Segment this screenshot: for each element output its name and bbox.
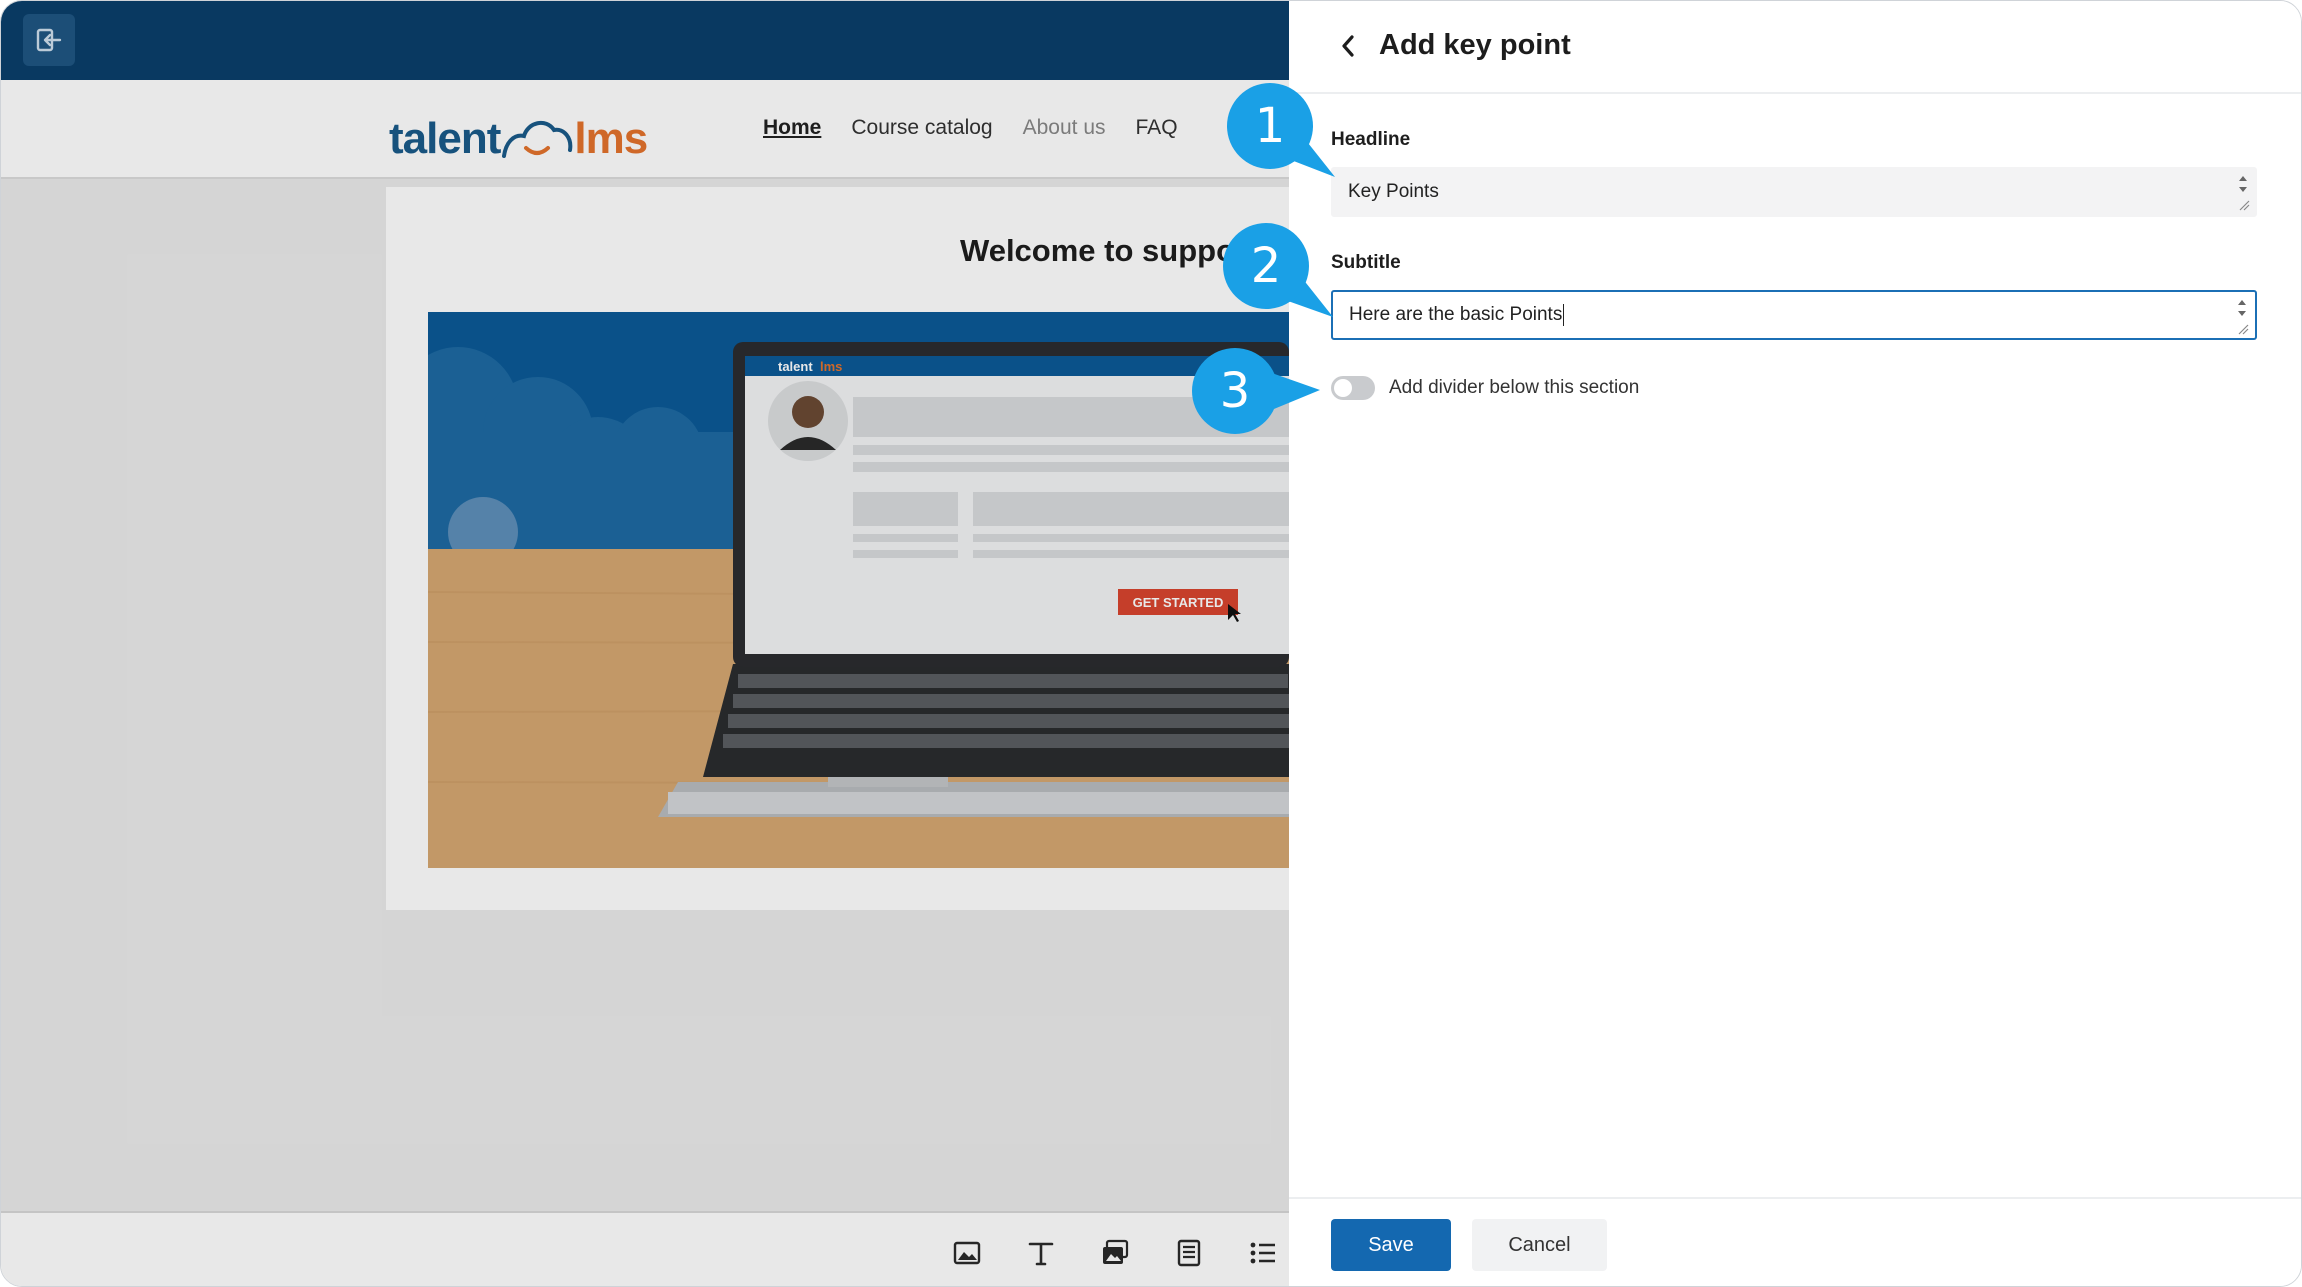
site-nav: Home Course catalog About us FAQ <box>763 116 1178 140</box>
welcome-section[interactable]: Welcome to suppor talent lms GET STARTED <box>386 187 1289 910</box>
page-editor: talent lms Home Course catalog About us … <box>1 1 1289 1286</box>
welcome-heading: Welcome to suppor <box>960 233 1248 268</box>
back-button[interactable] <box>1335 31 1361 61</box>
headline-value: Key Points <box>1348 181 1439 202</box>
save-button[interactable]: Save <box>1331 1219 1451 1271</box>
exit-icon <box>36 28 62 52</box>
exit-editor-button[interactable] <box>23 14 75 66</box>
callout-2: 2 <box>1223 223 1343 323</box>
cancel-button[interactable]: Cancel <box>1472 1219 1607 1271</box>
callout-1-number: 1 <box>1254 98 1286 154</box>
list-block-icon[interactable] <box>1249 1239 1277 1267</box>
app-window: talent lms Home Course catalog About us … <box>0 0 2302 1287</box>
editor-top-bar <box>1 1 1289 80</box>
panel-footer: Save Cancel <box>1289 1197 2301 1286</box>
headline-input[interactable]: Key Points <box>1331 167 2257 217</box>
cloud-logo-icon <box>502 120 573 158</box>
laptop-logo-text-right: lms <box>820 359 842 374</box>
subtitle-value: Here are the basic Points <box>1349 304 1563 325</box>
resize-spinner-icon[interactable] <box>2236 172 2250 212</box>
nav-about-us[interactable]: About us <box>1023 116 1106 140</box>
divider-toggle[interactable] <box>1331 376 1375 400</box>
logo-text-lms: lms <box>574 114 648 163</box>
get-started-cta: GET STARTED <box>1133 595 1224 610</box>
add-key-point-panel: Add key point Headline Key Points Subtit… <box>1289 1 2301 1286</box>
document-block-icon[interactable] <box>1175 1239 1203 1267</box>
panel-title: Add key point <box>1379 29 1571 61</box>
nav-faq[interactable]: FAQ <box>1136 116 1178 140</box>
image-block-icon[interactable] <box>953 1239 981 1267</box>
nav-course-catalog[interactable]: Course catalog <box>851 116 992 140</box>
divider-toggle-label: Add divider below this section <box>1389 377 1640 398</box>
hero-image: talent lms GET STARTED <box>428 312 1289 868</box>
text-block-icon[interactable] <box>1027 1239 1055 1267</box>
site-header: talent lms Home Course catalog About us … <box>1 80 1289 179</box>
toggle-knob <box>1334 379 1352 397</box>
block-toolbar <box>1 1211 1289 1286</box>
laptop-logo-text-left: talent <box>778 359 813 374</box>
chevron-left-icon <box>1342 35 1354 57</box>
talentlms-logo: talent lms <box>389 102 648 164</box>
logo-text-talent: talent <box>389 114 501 163</box>
callout-3-number: 3 <box>1219 363 1251 419</box>
callout-3: 3 <box>1192 348 1322 438</box>
panel-header: Add key point <box>1289 1 2301 94</box>
nav-home[interactable]: Home <box>763 116 821 140</box>
gallery-block-icon[interactable] <box>1101 1239 1129 1267</box>
callout-1: 1 <box>1227 83 1347 183</box>
callout-2-number: 2 <box>1250 238 1282 294</box>
resize-spinner-icon[interactable] <box>2235 296 2249 336</box>
text-caret <box>1563 304 1565 326</box>
subtitle-input[interactable]: Here are the basic Points <box>1331 290 2257 340</box>
